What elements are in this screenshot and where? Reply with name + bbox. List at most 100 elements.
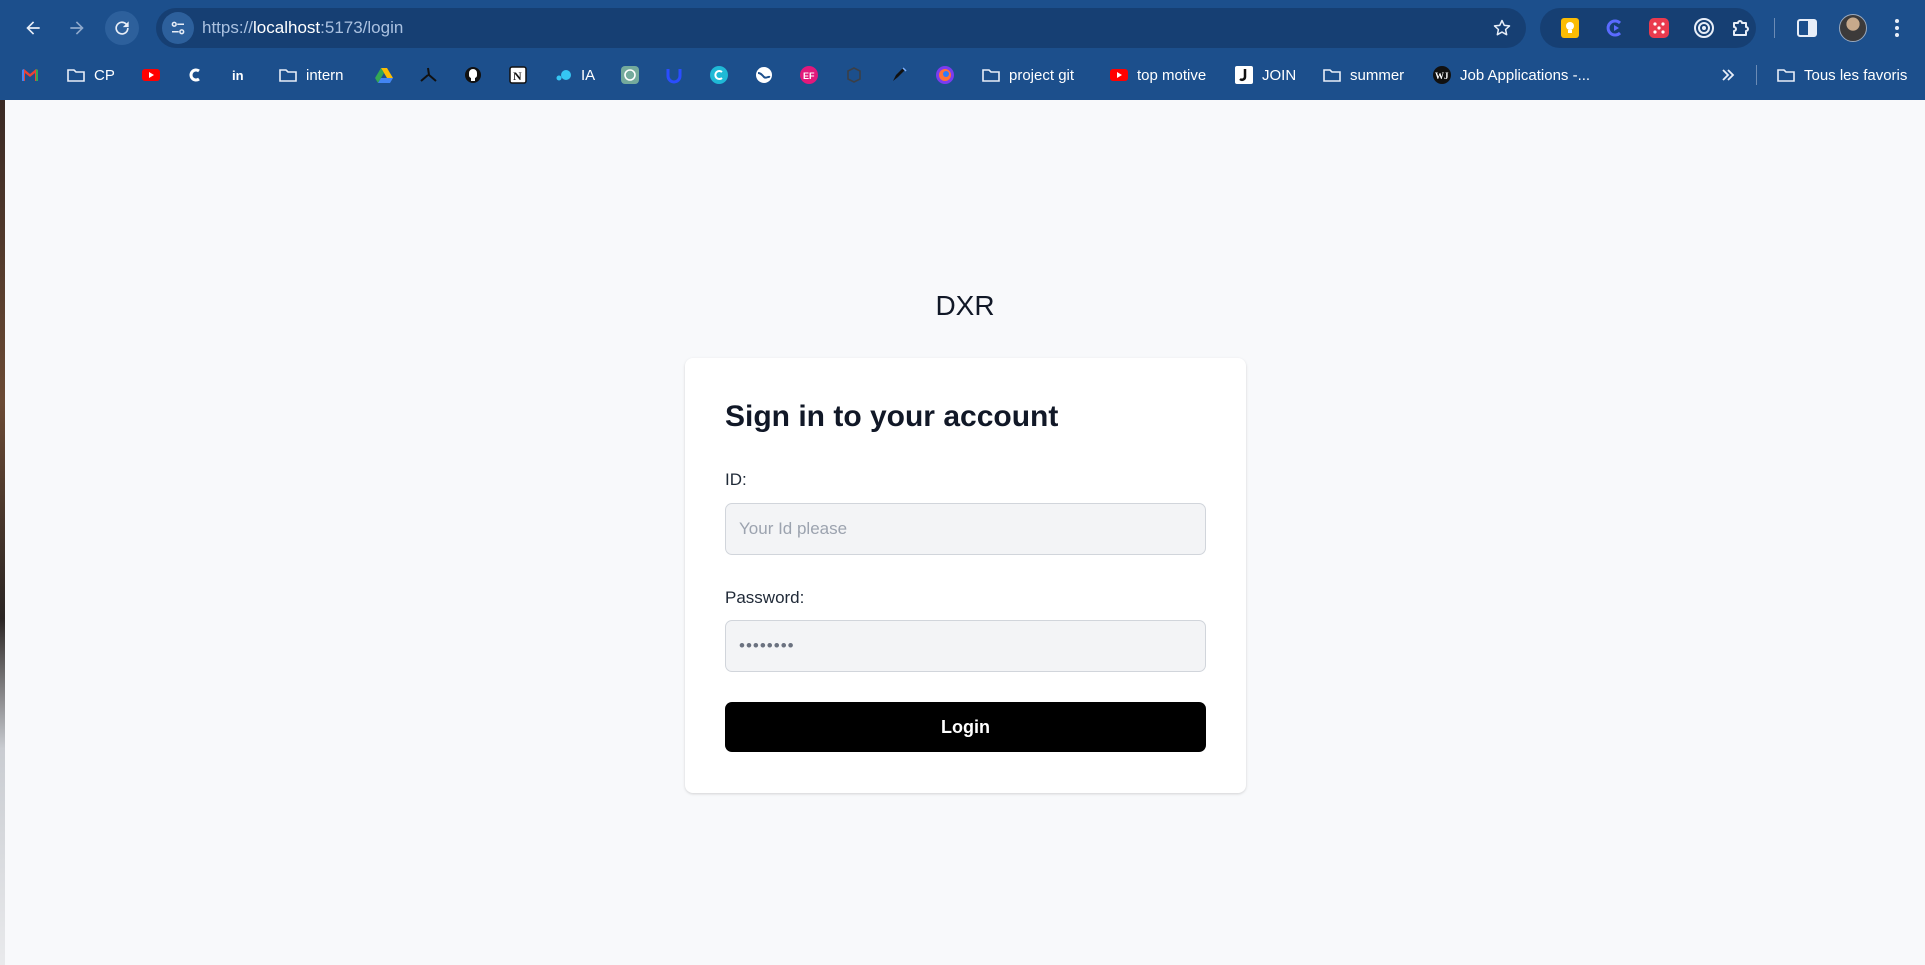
forward-button[interactable] bbox=[60, 11, 94, 45]
back-button[interactable] bbox=[16, 11, 50, 45]
youtube-icon bbox=[1109, 65, 1129, 85]
bookmark-folder-cp[interactable]: CP bbox=[66, 60, 115, 90]
ef-icon: EF bbox=[799, 65, 819, 85]
browser-chrome: https://localhost:5173/login CP in inter… bbox=[0, 0, 1925, 100]
password-label: Password: bbox=[725, 588, 805, 607]
bookmarks-bar: CP in intern N IA EF project git top mot… bbox=[0, 60, 1925, 90]
bookmarks-divider bbox=[1756, 65, 1757, 85]
id-label: ID: bbox=[725, 470, 747, 489]
bookmark-ia[interactable]: IA bbox=[553, 60, 595, 90]
folder-icon bbox=[1322, 65, 1342, 85]
bookmark-drive[interactable] bbox=[374, 60, 394, 90]
ia-dots-icon bbox=[553, 65, 573, 85]
svg-text:in: in bbox=[232, 68, 244, 83]
reload-button[interactable] bbox=[105, 11, 139, 45]
bookmark-folder-project-git[interactable]: project git bbox=[981, 60, 1074, 90]
keep-notes-icon bbox=[1561, 18, 1579, 38]
bookmark-ef[interactable]: EF bbox=[799, 60, 819, 90]
bookmark-label: Tous les favoris bbox=[1804, 66, 1908, 84]
kebab-menu-icon bbox=[1895, 19, 1899, 37]
bookmark-label: summer bbox=[1350, 66, 1405, 84]
svg-text:EF: EF bbox=[803, 71, 815, 81]
bookmark-udemy[interactable] bbox=[664, 60, 684, 90]
extension-red-dots[interactable] bbox=[1648, 17, 1670, 39]
bookmark-label: intern bbox=[306, 66, 344, 84]
adobe-acrobat-icon bbox=[418, 65, 438, 85]
extensions-group bbox=[1540, 8, 1756, 48]
side-panel-button[interactable] bbox=[1795, 16, 1819, 40]
reload-icon bbox=[115, 21, 129, 35]
id-input[interactable] bbox=[725, 503, 1206, 555]
arrow-left-icon bbox=[26, 21, 40, 35]
bookmark-box[interactable] bbox=[844, 60, 864, 90]
arrow-right-icon bbox=[70, 21, 84, 35]
url-path: :5173/login bbox=[320, 18, 404, 37]
bookmark-github[interactable] bbox=[463, 60, 483, 90]
bookmark-youtube[interactable] bbox=[141, 60, 161, 90]
folder-icon bbox=[1776, 65, 1796, 85]
toolbar-divider bbox=[1774, 18, 1775, 38]
extensions-button[interactable] bbox=[1730, 17, 1752, 39]
site-info-button[interactable] bbox=[162, 12, 194, 44]
brand-title: DXR bbox=[935, 290, 995, 321]
join-icon bbox=[1234, 65, 1254, 85]
bookmark-label: IA bbox=[581, 66, 596, 84]
red-grid-icon bbox=[1649, 18, 1669, 38]
bookmark-firefox[interactable] bbox=[935, 60, 955, 90]
bookmark-job-applications[interactable]: WJ Job Applications -... bbox=[1432, 60, 1590, 90]
login-button[interactable]: Login bbox=[725, 702, 1206, 752]
folder-icon bbox=[981, 65, 1001, 85]
github-icon bbox=[463, 65, 483, 85]
bookmark-notion[interactable]: N bbox=[508, 60, 528, 90]
bookmarks-overflow-button[interactable] bbox=[1718, 60, 1738, 90]
bookmark-top-motive[interactable]: top motive bbox=[1109, 60, 1206, 90]
profile-avatar[interactable] bbox=[1839, 14, 1867, 42]
login-card: Sign in to your account ID: Password: Lo… bbox=[685, 358, 1246, 793]
bookmark-linkedin[interactable]: in bbox=[230, 60, 250, 90]
bookmark-folder-intern[interactable]: intern bbox=[278, 60, 344, 90]
extension-target[interactable] bbox=[1693, 17, 1715, 39]
url-scheme: https:// bbox=[202, 18, 254, 37]
chatgpt-icon bbox=[620, 65, 640, 85]
youtube-icon bbox=[141, 65, 161, 85]
bookmark-canva[interactable] bbox=[709, 60, 729, 90]
side-panel-icon bbox=[1797, 19, 1817, 37]
firefox-icon bbox=[935, 65, 955, 85]
bookmark-label: Job Applications -... bbox=[1460, 66, 1591, 84]
browser-menu-button[interactable] bbox=[1885, 16, 1909, 40]
linkedin-icon: in bbox=[230, 65, 250, 85]
password-input[interactable] bbox=[725, 620, 1206, 672]
bookmark-rocket[interactable] bbox=[889, 60, 909, 90]
browser-toolbar: https://localhost:5173/login bbox=[0, 0, 1925, 56]
bookmark-folder-summer[interactable]: summer bbox=[1322, 60, 1404, 90]
bookmark-c[interactable] bbox=[185, 60, 205, 90]
address-bar[interactable]: https://localhost:5173/login bbox=[156, 8, 1526, 48]
url-host: localhost bbox=[253, 18, 321, 37]
bookmark-join[interactable]: JOIN bbox=[1234, 60, 1296, 90]
google-drive-icon bbox=[374, 65, 394, 85]
bookmark-label: top motive bbox=[1137, 66, 1207, 84]
bookmark-globe[interactable] bbox=[754, 60, 774, 90]
globe-icon bbox=[754, 65, 774, 85]
bookmark-gmail[interactable] bbox=[20, 60, 40, 90]
notion-icon: N bbox=[508, 65, 528, 85]
star-icon bbox=[1493, 19, 1511, 36]
puzzle-icon bbox=[1733, 20, 1749, 36]
extension-blue-c[interactable] bbox=[1603, 17, 1625, 39]
bookmark-all-favorites[interactable]: Tous les favoris bbox=[1776, 60, 1907, 90]
double-chevron-right-icon bbox=[1718, 65, 1738, 85]
notion-wj-icon: WJ bbox=[1432, 65, 1452, 85]
bookmark-chatgpt[interactable] bbox=[620, 60, 640, 90]
bookmark-acrobat[interactable] bbox=[418, 60, 438, 90]
target-icon bbox=[1694, 18, 1714, 38]
canva-icon bbox=[709, 65, 729, 85]
svg-text:WJ: WJ bbox=[1435, 71, 1449, 81]
extension-keep[interactable] bbox=[1559, 17, 1581, 39]
bookmark-star-button[interactable] bbox=[1490, 16, 1514, 40]
svg-text:N: N bbox=[513, 69, 522, 83]
blue-c-icon bbox=[1606, 19, 1622, 37]
url-text[interactable]: https://localhost:5173/login bbox=[202, 8, 403, 48]
bookmark-label: JOIN bbox=[1262, 66, 1297, 84]
bookmark-label: project git bbox=[1009, 66, 1075, 84]
gmail-icon bbox=[20, 65, 40, 85]
